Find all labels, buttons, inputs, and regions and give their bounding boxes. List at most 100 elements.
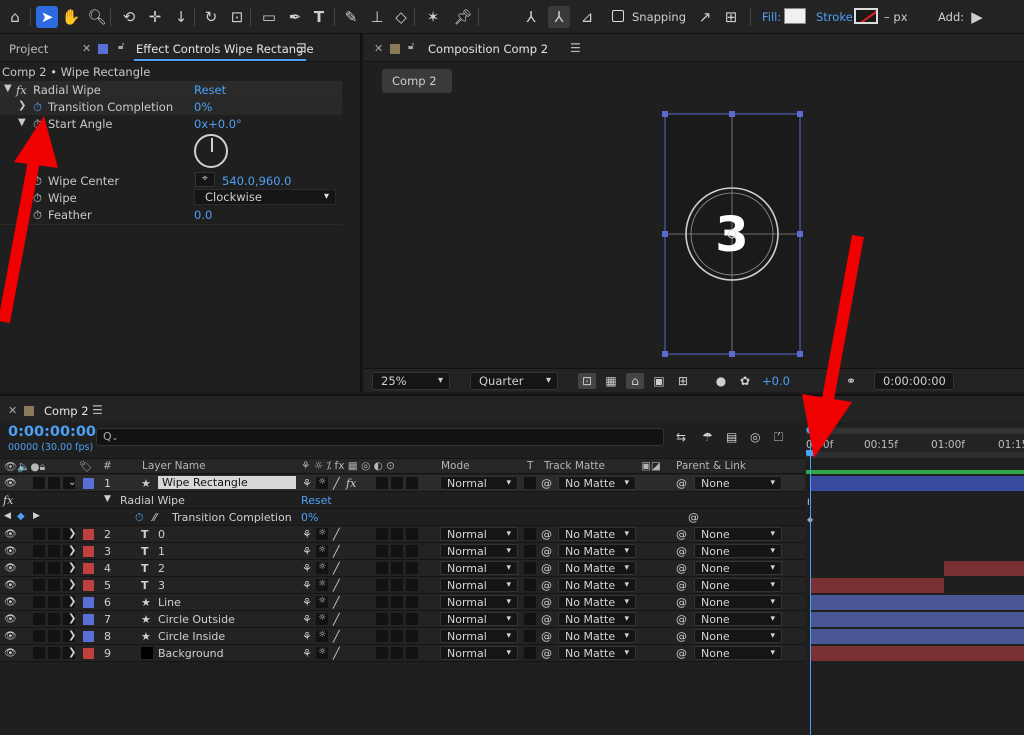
zoom-tool-icon[interactable]: 🔍︎: [86, 6, 108, 28]
shy-switch-icon[interactable]: ⚘: [302, 596, 312, 609]
lock-icon[interactable]: 🔓︎: [408, 41, 414, 52]
track-matte-dropdown[interactable]: No Matte ▾: [558, 612, 636, 626]
comp-breadcrumb-chip[interactable]: Comp 2: [382, 69, 452, 93]
col-layer-name[interactable]: Layer Name: [142, 460, 206, 472]
preserve-transparency-toggle[interactable]: [524, 579, 536, 591]
graph-editor-icon[interactable]: ⏍: [774, 430, 783, 445]
parent-pickwhip-icon[interactable]: @: [676, 647, 687, 660]
parent-pickwhip-icon[interactable]: @: [676, 477, 687, 490]
track-matte-dropdown[interactable]: No Matte ▾: [558, 527, 636, 541]
rectangle-tool-icon[interactable]: ▭: [258, 6, 280, 28]
exposure-value[interactable]: +0.0: [762, 374, 790, 388]
eye-icon[interactable]: 👁︎: [4, 478, 17, 489]
preserve-transparency-toggle[interactable]: [524, 613, 536, 625]
frame-blend-switch[interactable]: [376, 596, 388, 608]
matte-pickwhip-icon[interactable]: @: [541, 545, 552, 558]
quality-switch-icon[interactable]: ☼: [318, 579, 326, 589]
quality-switch-icon[interactable]: ☼: [318, 477, 326, 487]
chevron-down-icon[interactable]: ▼: [104, 494, 111, 504]
solo-toggle[interactable]: [48, 545, 60, 557]
quality-switch-icon[interactable]: ☼: [318, 528, 326, 538]
color-management-icon[interactable]: ✿: [736, 373, 754, 389]
matte-pickwhip-icon[interactable]: @: [541, 579, 552, 592]
effect-sub-row[interactable]: fx ▼ Radial Wipe Reset: [0, 492, 805, 509]
motion-blur-switch[interactable]: [391, 596, 403, 608]
adjustment-switch[interactable]: [406, 596, 418, 608]
roto-brush-tool-icon[interactable]: ✶: [422, 6, 444, 28]
parent-pickwhip-icon[interactable]: @: [676, 613, 687, 626]
layer-duration-bar[interactable]: [810, 629, 1024, 644]
track-matte-dropdown[interactable]: No Matte ▾: [558, 595, 636, 609]
transition-completion-value[interactable]: 0%: [194, 100, 212, 114]
preserve-transparency-toggle[interactable]: [524, 562, 536, 574]
chevron-right-icon[interactable]: ❯: [68, 579, 76, 590]
blend-mode-dropdown[interactable]: Normal ▾: [440, 578, 518, 592]
motion-blur-switch[interactable]: [391, 613, 403, 625]
fx-icon[interactable]: fx: [16, 83, 27, 97]
matte-pickwhip-icon[interactable]: @: [541, 596, 552, 609]
solo-toggle[interactable]: [48, 613, 60, 625]
layer-name[interactable]: Circle Outside: [158, 613, 235, 626]
crosshair-icon[interactable]: ⌖: [195, 172, 215, 187]
timeline-timecode[interactable]: 0:00:00:00: [8, 424, 96, 440]
panel-menu-icon[interactable]: ☰: [92, 403, 103, 417]
parent-pickwhip-icon[interactable]: @: [676, 630, 687, 643]
stopwatch-icon[interactable]: ⏱: [135, 511, 144, 525]
parent-pickwhip-icon[interactable]: @: [676, 528, 687, 541]
layer-row[interactable]: 👁︎ ❯ 7 ★ Circle Outside ⚘ ☼ ╱ Normal ▾ @ No Matte ▾ @…: [0, 611, 805, 628]
layer-name[interactable]: Line: [158, 596, 181, 609]
solo-toggle[interactable]: [48, 630, 60, 642]
quality-slash-icon[interactable]: ╱: [333, 579, 340, 592]
motion-blur-icon[interactable]: ◎: [750, 430, 760, 444]
matte-pickwhip-icon[interactable]: @: [541, 613, 552, 626]
guides-icon[interactable]: ⊞: [674, 373, 692, 389]
shy-switch-icon[interactable]: ⚘: [302, 562, 312, 575]
shy-layers-icon[interactable]: ☂: [702, 430, 713, 444]
blend-mode-dropdown[interactable]: Normal ▾: [440, 561, 518, 575]
chevron-down-icon[interactable]: ▼: [4, 83, 12, 94]
quality-slash-icon[interactable]: ╱: [333, 596, 340, 609]
quality-slash-icon[interactable]: ╱: [333, 528, 340, 541]
fill-label[interactable]: Fill:: [762, 10, 781, 24]
shy-switch-icon[interactable]: ⚘: [302, 630, 312, 643]
pen-tool-icon[interactable]: ✒: [284, 6, 306, 28]
close-icon[interactable]: ✕: [82, 42, 91, 55]
audio-toggle[interactable]: [33, 545, 45, 557]
motion-blur-switch[interactable]: [391, 579, 403, 591]
resolution-dropdown[interactable]: Quarter ▾: [470, 372, 558, 390]
rotation-tool-icon[interactable]: ↻: [200, 6, 222, 28]
frame-blend-switch[interactable]: [376, 545, 388, 557]
eye-icon[interactable]: 👁︎: [4, 580, 17, 591]
view-axis-icon[interactable]: ⊿: [576, 6, 598, 28]
motion-blur-switch[interactable]: [391, 647, 403, 659]
solo-toggle[interactable]: [48, 596, 60, 608]
playhead-line[interactable]: [810, 440, 811, 735]
layer-name[interactable]: 2: [158, 562, 165, 575]
eye-icon[interactable]: 👁︎: [4, 631, 17, 642]
region-of-interest-icon[interactable]: ▣: [650, 373, 668, 389]
parent-pickwhip-icon[interactable]: @: [676, 596, 687, 609]
add-play-icon[interactable]: ▶: [966, 6, 988, 28]
snap-edges-icon[interactable]: ↗: [694, 6, 716, 28]
parent-dropdown[interactable]: None ▾: [694, 476, 782, 490]
transparency-grid-icon[interactable]: ▦: [602, 373, 620, 389]
blend-mode-dropdown[interactable]: Normal ▾: [440, 476, 518, 490]
audio-toggle[interactable]: [33, 596, 45, 608]
quality-switch-icon[interactable]: ☼: [318, 647, 326, 657]
clone-stamp-tool-icon[interactable]: ⊥: [366, 6, 388, 28]
wipe-center-value[interactable]: 540.0,960.0: [222, 174, 292, 188]
matte-pickwhip-icon[interactable]: @: [541, 528, 552, 541]
composition-viewer[interactable]: 3: [364, 98, 1024, 368]
shy-switch-icon[interactable]: ⚘: [302, 579, 312, 592]
panel-menu-icon[interactable]: ☰: [570, 41, 581, 55]
stroke-width-value[interactable]: – px: [884, 10, 908, 24]
snapping-checkbox[interactable]: [612, 10, 624, 22]
shy-switch-icon[interactable]: ⚘: [302, 477, 312, 490]
tab-effect-controls[interactable]: Effect Controls Wipe Rectangle: [136, 42, 314, 56]
blend-mode-dropdown[interactable]: Normal ▾: [440, 544, 518, 558]
prev-keyframe-icon[interactable]: ◀: [4, 511, 11, 521]
quality-switch-icon[interactable]: ☼: [318, 545, 326, 555]
audio-toggle[interactable]: [33, 528, 45, 540]
frame-blend-switch[interactable]: [376, 613, 388, 625]
eye-icon[interactable]: 👁︎: [4, 597, 17, 608]
